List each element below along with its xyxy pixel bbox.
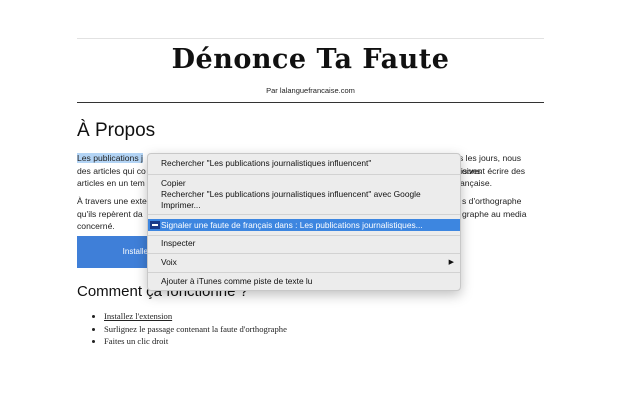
header-rule	[77, 102, 544, 103]
list-item: Faites un clic droit	[104, 335, 287, 348]
how-list: Installez l'extension Surlignez le passa…	[92, 310, 287, 348]
list-item: Installez l'extension	[104, 310, 287, 323]
menu-item-search-google[interactable]: Rechercher "Les publications journalisti…	[148, 189, 460, 200]
menu-separator	[148, 174, 460, 175]
menu-item-itunes[interactable]: Ajouter à iTunes comme piste de texte lu	[148, 276, 460, 287]
top-divider	[77, 38, 544, 39]
menu-item-copy[interactable]: Copier	[148, 178, 460, 189]
menu-item-inspect[interactable]: Inspecter	[148, 238, 460, 249]
menu-item-report-error[interactable]: Signaler une faute de français dans : Le…	[148, 219, 460, 231]
site-title: Dénonce Ta Faute	[171, 44, 450, 75]
site-byline: Par lalanguefrancaise.com	[266, 86, 355, 95]
menu-item-speech[interactable]: Voix ▶	[148, 257, 460, 268]
menu-separator	[148, 272, 460, 273]
context-menu: Rechercher "Les publications journalisti…	[147, 153, 461, 291]
extension-icon	[150, 221, 160, 229]
list-item: Surlignez le passage contenant la faute …	[104, 323, 287, 336]
install-extension-link[interactable]: Installez l'extension	[104, 311, 172, 321]
about-heading: À Propos	[77, 120, 156, 141]
submenu-arrow-icon: ▶	[448, 259, 454, 266]
menu-item-lookup[interactable]: Rechercher "Les publications journalisti…	[148, 158, 460, 169]
menu-item-print[interactable]: Imprimer...	[148, 200, 460, 211]
menu-separator	[148, 253, 460, 254]
selected-text[interactable]: Les publications j	[77, 153, 143, 163]
menu-separator	[148, 235, 460, 236]
menu-separator	[148, 214, 460, 215]
